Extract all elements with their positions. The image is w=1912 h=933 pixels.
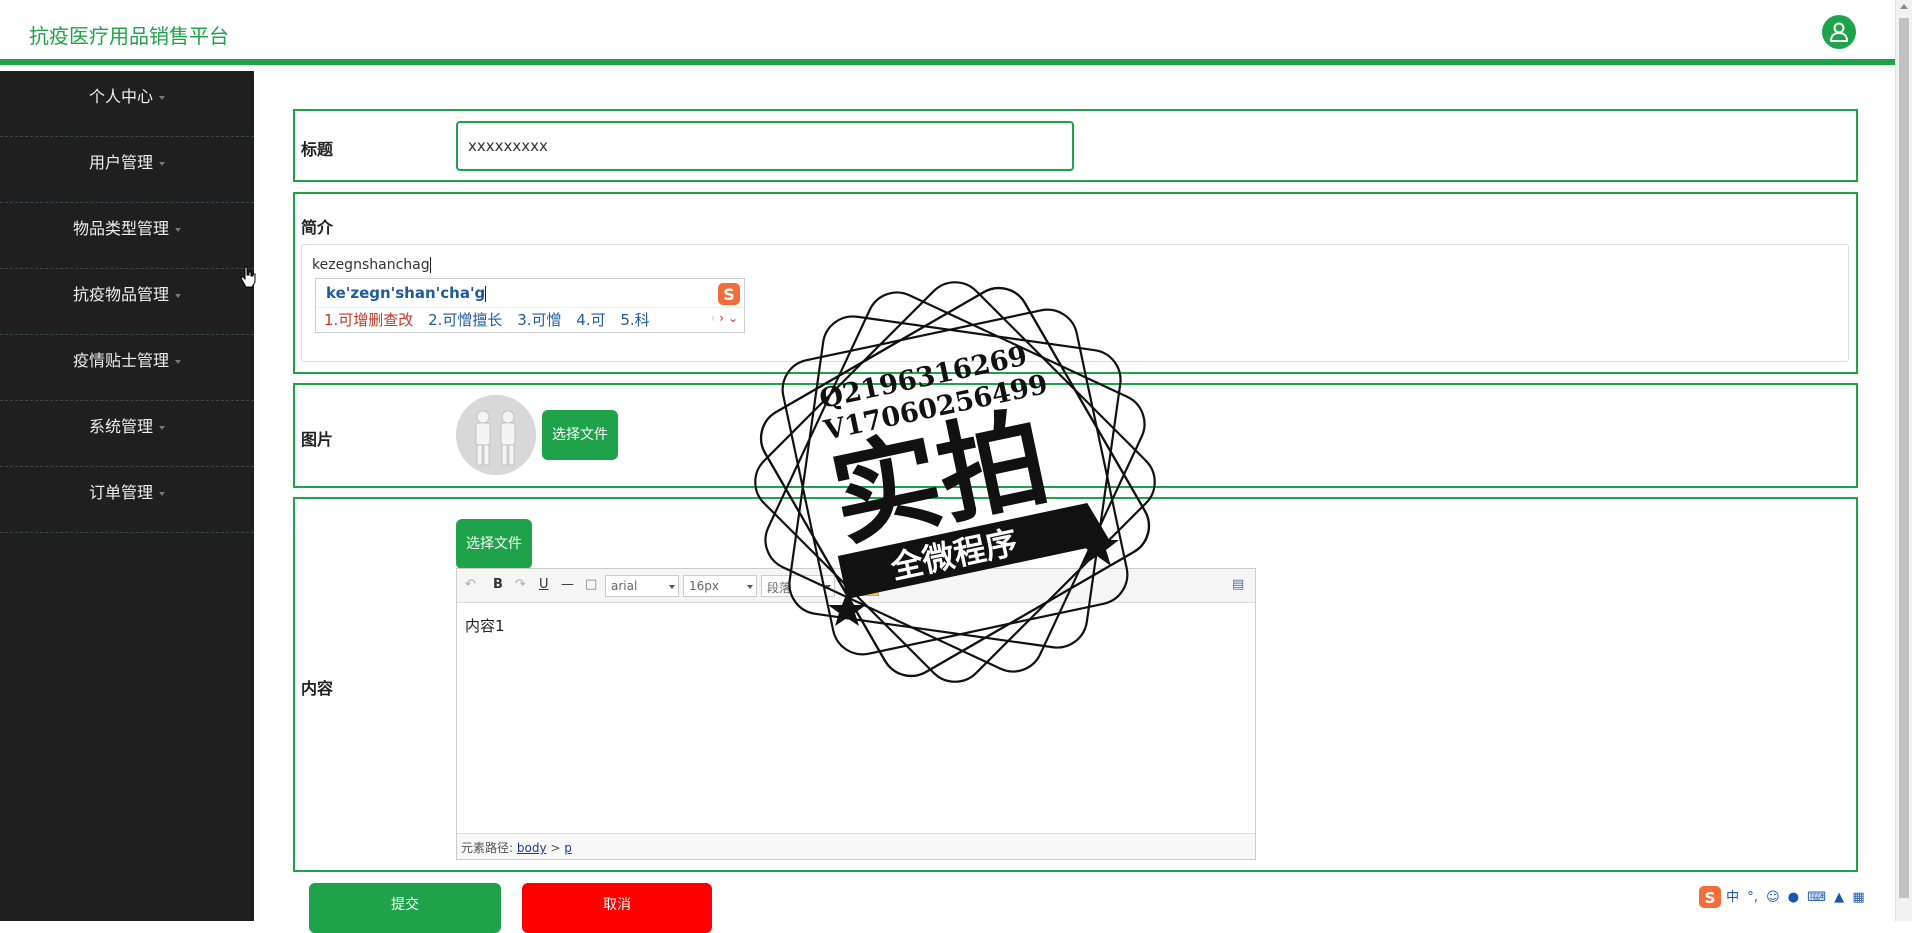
scroll-up-icon[interactable]: [1900, 4, 1908, 9]
caret-down-icon: [159, 161, 165, 166]
chevron-down-icon: [747, 585, 753, 589]
caret-down-icon: [175, 227, 181, 232]
content-panel: 内容 选择文件 ↶ B ↷ U — □ arial 16px 段落 ▦ ▤ 内容…: [293, 497, 1858, 872]
skin-icon[interactable]: ▲: [1834, 890, 1844, 905]
caret-down-icon: [159, 95, 165, 100]
horizontal-rule-icon[interactable]: —: [561, 577, 574, 592]
caret-down-icon: [175, 293, 181, 298]
rich-text-editor: ↶ B ↷ U — □ arial 16px 段落 ▦ ▤ 内容1 元素路径: …: [456, 568, 1256, 860]
sidebar-item-order-management[interactable]: 订单管理: [0, 467, 254, 533]
path-p-link[interactable]: p: [564, 841, 572, 855]
caret-down-icon: [159, 491, 165, 496]
ime-caret: [485, 285, 487, 302]
punctuation-icon[interactable]: °,: [1747, 890, 1758, 905]
ime-next-icon[interactable]: ›: [719, 311, 724, 325]
ime-separator: [316, 307, 744, 308]
sidebar-item-supplies-management[interactable]: 抗疫物品管理: [0, 269, 254, 335]
image-choose-file-button[interactable]: 选择文件: [542, 410, 618, 460]
sidebar-item-system-management[interactable]: 系统管理: [0, 401, 254, 467]
ime-expand-icon[interactable]: ⌄: [728, 311, 738, 325]
hand-cursor-icon: [240, 266, 256, 288]
redo-icon[interactable]: ↷: [515, 577, 526, 592]
intro-label: 简介: [301, 218, 334, 237]
fullscreen-icon[interactable]: ▤: [1232, 577, 1244, 592]
protective-suit-image: [456, 395, 536, 475]
submit-button[interactable]: 提交: [309, 883, 501, 933]
ime-candidates: 1.可增删查改 2.可憎擅长 3.可憎 4.可 5.科: [324, 309, 660, 330]
intro-text: kezegnshanchag: [312, 257, 430, 273]
sidebar-item-tips-management[interactable]: 疫情贴士管理: [0, 335, 254, 401]
ime-page-arrows[interactable]: ‹ › ⌄: [711, 311, 738, 325]
microphone-icon[interactable]: ●: [1788, 890, 1799, 905]
ime-pinyin: ke'zegn'shan'cha'g: [326, 284, 487, 302]
ime-lang-indicator[interactable]: 中: [1726, 886, 1739, 905]
ime-prev-icon[interactable]: ‹: [711, 311, 716, 325]
highlight-icon[interactable]: [861, 574, 879, 596]
user-avatar[interactable]: [1822, 15, 1856, 49]
intro-panel: 简介 kezegnshanchag ke'zegn'shan'cha'g S 1…: [293, 192, 1858, 374]
product-thumbnail: [456, 395, 536, 475]
table-icon[interactable]: ▦: [842, 577, 854, 592]
sogou-tray-icon[interactable]: S: [1698, 885, 1722, 909]
paragraph-select[interactable]: 段落: [761, 575, 835, 597]
page-scrollbar[interactable]: [1895, 0, 1912, 921]
sidebar-item-item-type-management[interactable]: 物品类型管理: [0, 203, 254, 269]
chevron-down-icon: [669, 585, 675, 589]
bold-icon[interactable]: B: [493, 577, 503, 592]
undo-icon[interactable]: ↶: [465, 577, 476, 592]
user-icon: [1830, 22, 1848, 42]
top-bar: 抗疫医疗用品销售平台: [0, 0, 1895, 65]
chevron-down-icon: [825, 585, 831, 589]
caret-down-icon: [175, 359, 181, 364]
ime-candidate-2[interactable]: 2.可憎擅长: [428, 311, 502, 329]
underline-icon[interactable]: U: [539, 577, 549, 592]
font-family-select[interactable]: arial: [605, 575, 679, 597]
document-icon[interactable]: □: [585, 577, 597, 592]
ime-candidate-4[interactable]: 4.可: [576, 311, 605, 329]
svg-text:S: S: [1705, 889, 1716, 907]
title-input[interactable]: [456, 121, 1074, 171]
ime-candidate-1[interactable]: 1.可增删查改: [324, 311, 413, 329]
text-caret: [429, 257, 431, 273]
sidebar-item-user-management[interactable]: 用户管理: [0, 137, 254, 203]
ime-candidate-window[interactable]: ke'zegn'shan'cha'g S 1.可增删查改 2.可憎擅长 3.可憎…: [315, 278, 745, 333]
menu-grid-icon[interactable]: ▦: [1852, 890, 1864, 905]
sogou-logo-icon: S: [718, 283, 740, 305]
scroll-thumb[interactable]: [1899, 18, 1909, 898]
svg-text:S: S: [723, 285, 735, 304]
title-label: 标题: [301, 140, 334, 159]
image-panel: 图片 选择文件: [293, 383, 1858, 488]
editor-toolbar: ↶ B ↷ U — □ arial 16px 段落 ▦ ▤: [457, 569, 1255, 603]
element-path-bar: 元素路径: body > p: [457, 833, 1255, 859]
font-size-select[interactable]: 16px: [683, 575, 757, 597]
content-label: 内容: [301, 679, 334, 698]
ime-status-bar[interactable]: S 中 °, ☺ ● ⌨ ▲ ▦: [1698, 885, 1893, 913]
path-body-link[interactable]: body: [517, 841, 547, 855]
ime-candidate-3[interactable]: 3.可憎: [517, 311, 561, 329]
sidebar: 个人中心 用户管理 物品类型管理 抗疫物品管理 疫情贴士管理 系统管理 订单管理: [0, 71, 254, 921]
title-panel: 标题: [293, 109, 1858, 182]
image-label: 图片: [301, 430, 334, 449]
cancel-button[interactable]: 取消: [522, 883, 712, 933]
ime-candidate-5[interactable]: 5.科: [620, 311, 649, 329]
emoji-icon[interactable]: ☺: [1766, 890, 1780, 905]
app-title: 抗疫医疗用品销售平台: [29, 24, 229, 48]
editor-content[interactable]: 内容1: [457, 603, 1255, 825]
caret-down-icon: [159, 425, 165, 430]
sidebar-item-personal-center[interactable]: 个人中心: [0, 71, 254, 137]
content-choose-file-button[interactable]: 选择文件: [456, 519, 532, 569]
keyboard-icon[interactable]: ⌨: [1807, 890, 1826, 905]
